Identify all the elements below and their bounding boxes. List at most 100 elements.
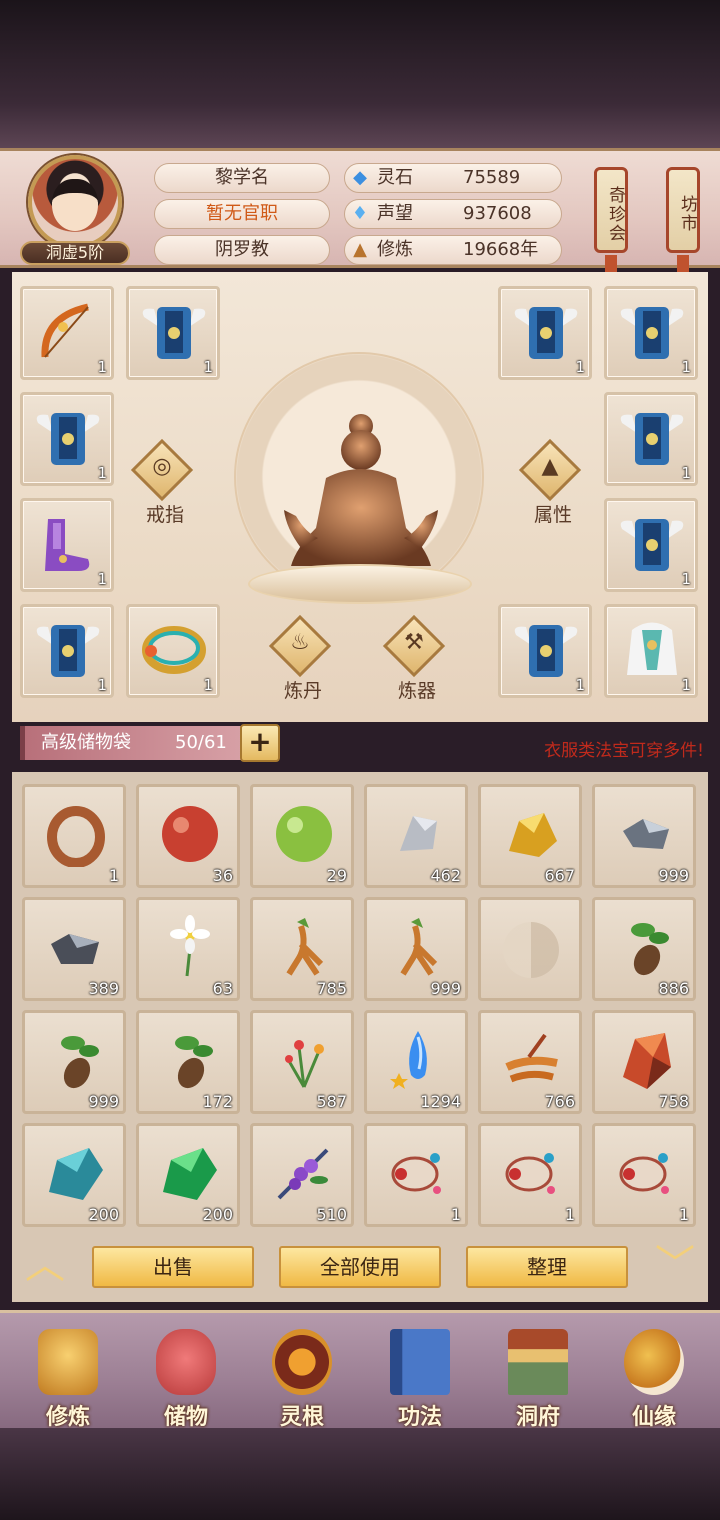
equip-slot-boots[interactable]: 1 — [20, 498, 114, 592]
inventory-item-emerald-crystal[interactable]: 200 — [136, 1123, 240, 1227]
cultivate-icon — [38, 1329, 98, 1395]
ring-label: 戒指 — [145, 504, 184, 526]
item-quantity: 1 — [678, 1205, 689, 1224]
yin-yang-icon — [503, 922, 559, 978]
inventory-item-iron-ore[interactable]: 999 — [592, 784, 696, 888]
page-up-arrow-icon[interactable]: ︿ — [20, 1245, 70, 1285]
stat-value: 937608 — [463, 203, 532, 224]
nav-technique[interactable]: 功法 — [368, 1325, 472, 1430]
purple-boots-icon — [45, 519, 90, 571]
item-quantity: 36 — [212, 866, 233, 885]
nav-storage[interactable]: 储物 — [134, 1325, 238, 1430]
stat-value: 19668年 — [463, 239, 539, 260]
inventory-item-root-herb[interactable]: 886 — [592, 897, 696, 1001]
iron-ore-icon — [623, 819, 669, 849]
item-quantity: 1 — [681, 464, 691, 482]
stat-spirit-stone: ◆ 灵石 75589 — [344, 163, 562, 193]
green-orb-icon — [276, 806, 332, 862]
winged-armor-icon — [142, 307, 206, 359]
attributes-label: 属性 — [533, 504, 572, 526]
expand-bag-button[interactable]: + — [240, 724, 280, 762]
inventory-item-green-orb[interactable]: 29 — [250, 784, 354, 888]
item-quantity: 1 — [203, 676, 213, 694]
nav-spirit-root[interactable]: 灵根 — [250, 1325, 354, 1430]
alchemy-button[interactable]: ♨ — [268, 614, 332, 678]
item-quantity: 1 — [681, 676, 691, 694]
nav-cultivate[interactable]: 修炼 — [16, 1325, 120, 1430]
treasure-shop-button[interactable]: 奇珍会 — [594, 167, 628, 253]
stat-reputation: ♦ 声望 937608 — [344, 199, 562, 229]
avatar-face — [52, 179, 98, 231]
page-down-arrow-icon[interactable]: ﹀ — [650, 1245, 700, 1285]
inventory-item-red-crystal[interactable]: 758 — [592, 1010, 696, 1114]
nav-immortal-fate[interactable]: 仙缘 — [602, 1325, 706, 1430]
use-all-button[interactable]: 全部使用 — [279, 1246, 441, 1288]
equip-tip: 衣服类法宝可穿多件! — [544, 741, 704, 761]
market-button[interactable]: 坊市 — [666, 167, 700, 253]
nav-label: 储物 — [163, 1405, 208, 1430]
red-crystal-icon — [623, 1033, 671, 1089]
inventory-item-dark-ore[interactable]: 389 — [22, 897, 126, 1001]
meditating-silhouette — [284, 414, 438, 566]
equip-slot-armor[interactable]: 1 — [20, 392, 114, 486]
fur-robe-icon — [627, 622, 677, 675]
forge-button[interactable]: ⚒ — [382, 614, 446, 678]
equip-slot-armor[interactable]: 1 — [604, 286, 698, 380]
equip-slot-armor[interactable]: 1 — [20, 604, 114, 698]
ring-button[interactable]: ◎ — [130, 438, 194, 502]
winged-armor-icon — [620, 307, 684, 359]
spirit-root-icon — [272, 1329, 332, 1395]
inventory-item-white-flower[interactable]: 63 — [136, 897, 240, 1001]
inventory-item-root-herb[interactable]: 172 — [136, 1010, 240, 1114]
inventory-item-blue-crystal[interactable]: 1294 — [364, 1010, 468, 1114]
item-quantity: 1294 — [420, 1092, 461, 1111]
inventory-item-root-herb[interactable]: 999 — [22, 1010, 126, 1114]
equip-slot-armor[interactable]: 1 — [498, 286, 592, 380]
item-quantity: 389 — [88, 979, 119, 998]
equip-slot-bow[interactable]: 1 — [20, 286, 114, 380]
item-quantity: 785 — [316, 979, 347, 998]
equip-slot-robe[interactable]: 1 — [604, 604, 698, 698]
item-quantity: 29 — [326, 866, 347, 885]
equip-slot-armor[interactable]: 1 — [126, 286, 220, 380]
spirit-stone-icon: ◆ — [353, 167, 367, 188]
inventory-item-flower-herb[interactable]: 587 — [250, 1010, 354, 1114]
inventory-item-scroll-charm[interactable]: 1 — [478, 1123, 582, 1227]
cave-dwelling-icon — [508, 1329, 568, 1395]
inventory-item-silver-ore[interactable]: 462 — [364, 784, 468, 888]
bag-capacity: 50/61 — [175, 732, 227, 753]
inventory-item-ginseng[interactable]: 999 — [364, 897, 468, 1001]
cultivation-icon: ▲ — [353, 239, 367, 260]
inventory-item-scroll-charm[interactable]: 1 — [364, 1123, 468, 1227]
inventory-item-cordyceps[interactable]: 766 — [478, 1010, 582, 1114]
sell-button[interactable]: 出售 — [92, 1246, 254, 1288]
inventory-item-ring[interactable]: 1 — [22, 784, 126, 888]
equip-slot-bracelet[interactable]: 1 — [126, 604, 220, 698]
winged-armor-icon — [36, 413, 100, 465]
scroll-charm-icon — [391, 1153, 441, 1194]
equip-slot-armor[interactable]: 1 — [604, 498, 698, 592]
sort-button[interactable]: 整理 — [466, 1246, 628, 1288]
avatar-frame[interactable]: 洞虚5阶 — [20, 155, 130, 265]
nav-cave-dwelling[interactable]: 洞府 — [486, 1325, 590, 1430]
item-quantity: 1 — [108, 866, 119, 885]
inventory-item-gold-ore[interactable]: 667 — [478, 784, 582, 888]
pedestal — [248, 564, 472, 604]
inventory-item-scroll-charm[interactable]: 1 — [592, 1123, 696, 1227]
stat-value: 75589 — [463, 167, 521, 188]
item-quantity: 1 — [450, 1205, 461, 1224]
item-quantity: 999 — [430, 979, 461, 998]
inventory-item-purple-berry[interactable]: 510 — [250, 1123, 354, 1227]
inventory-item-cyan-crystal[interactable]: 200 — [22, 1123, 126, 1227]
attributes-button[interactable]: ▲ — [518, 438, 582, 502]
item-quantity: 510 — [316, 1205, 347, 1224]
equip-slot-armor[interactable]: 1 — [498, 604, 592, 698]
white-flower-icon — [170, 915, 210, 977]
inventory-item-ginseng[interactable]: 785 — [250, 897, 354, 1001]
winged-armor-icon — [620, 413, 684, 465]
gold-ore-icon — [509, 813, 557, 857]
inventory-empty-slot[interactable] — [478, 897, 582, 1001]
equip-slot-armor[interactable]: 1 — [604, 392, 698, 486]
inventory-item-red-orb[interactable]: 36 — [136, 784, 240, 888]
cauldron-icon: ♨ — [290, 630, 310, 655]
